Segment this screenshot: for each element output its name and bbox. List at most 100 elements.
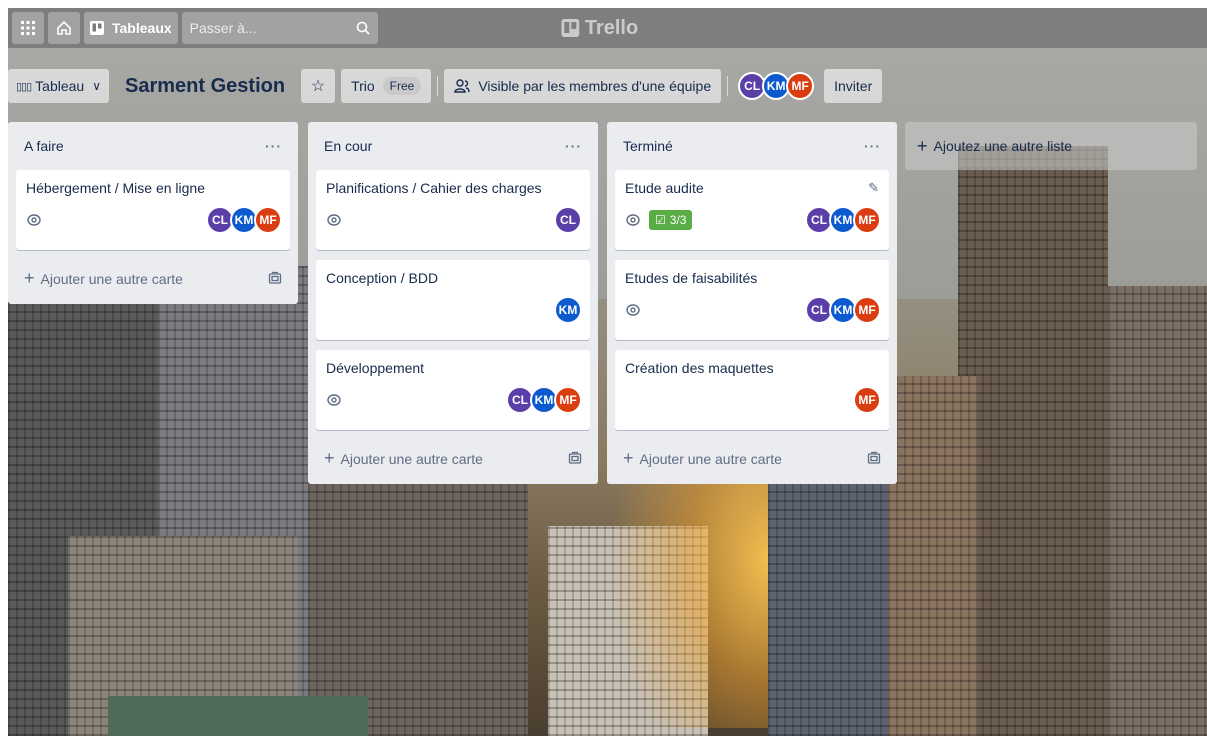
- list-title[interactable]: En cour: [324, 138, 372, 154]
- card-members: CL KM MF: [805, 206, 881, 234]
- eye-icon: [626, 214, 640, 226]
- card-badges: ☑ 3/3: [625, 210, 693, 230]
- plus-icon: +: [917, 135, 928, 156]
- background-building: [1108, 286, 1207, 736]
- invite-button[interactable]: Inviter: [824, 69, 883, 103]
- board-header: ▯▯▯ Tableau ∨ Sarment Gestion ☆ Trio Fre…: [8, 64, 1207, 108]
- card-template-icon[interactable]: [268, 271, 282, 285]
- team-button[interactable]: Trio Free: [341, 69, 432, 103]
- card-footer: KM: [326, 296, 582, 324]
- card-title: Développement: [326, 360, 425, 376]
- apps-button[interactable]: [12, 12, 44, 44]
- divider: [727, 76, 729, 96]
- add-list-label: Ajoutez une autre liste: [933, 138, 1073, 154]
- card-badges: [26, 212, 42, 228]
- board-title[interactable]: Sarment Gestion: [115, 69, 295, 103]
- card-members: MF: [853, 386, 881, 414]
- card-footer: MF: [625, 386, 881, 414]
- board-view-icon: ▯▯▯: [16, 80, 32, 93]
- avatar[interactable]: KM: [554, 296, 582, 324]
- card[interactable]: Développement CL KM MF: [316, 350, 590, 430]
- avatar[interactable]: CL: [554, 206, 582, 234]
- background-roof: [108, 696, 368, 736]
- card[interactable]: Création des maquettes MF: [615, 350, 889, 430]
- card[interactable]: Hébergement / Mise en ligne CL KM MF: [16, 170, 290, 250]
- list-header[interactable]: Terminé ···: [615, 122, 889, 170]
- card-members: CL KM MF: [206, 206, 282, 234]
- grid-icon: [21, 21, 35, 35]
- checklist-icon: ☑: [655, 213, 666, 227]
- trello-logo-icon: [560, 19, 579, 37]
- add-card-content: + Ajouter une autre carte: [324, 448, 483, 469]
- avatar[interactable]: MF: [853, 206, 881, 234]
- pencil-icon[interactable]: ✎: [868, 180, 879, 196]
- plus-icon: +: [324, 447, 335, 468]
- home-button[interactable]: [48, 12, 80, 44]
- team-visibility-icon: [454, 79, 471, 93]
- list-menu-icon[interactable]: ···: [565, 138, 582, 154]
- card-members: CL KM MF: [805, 296, 881, 324]
- logo-text: Trello: [584, 16, 639, 39]
- card[interactable]: Etudes de faisabilités CL KM MF: [615, 260, 889, 340]
- top-nav-bar: Tableaux Trello: [8, 8, 1207, 48]
- star-button[interactable]: ☆: [301, 69, 336, 103]
- trello-logo[interactable]: Trello: [560, 16, 639, 40]
- checklist-badge: ☑ 3/3: [649, 210, 693, 230]
- boards-label: Tableaux: [112, 20, 172, 36]
- card-title: Création des maquettes: [625, 360, 774, 376]
- board-view-switcher[interactable]: ▯▯▯ Tableau ∨: [8, 69, 110, 103]
- avatar[interactable]: MF: [254, 206, 282, 234]
- card[interactable]: Conception / BDD KM: [316, 260, 590, 340]
- list-menu-icon[interactable]: ···: [265, 138, 282, 154]
- add-card-content: + Ajouter une autre carte: [24, 268, 183, 289]
- card-footer: ☑ 3/3 CL KM MF: [625, 206, 881, 234]
- visibility-label: Visible par les membres d'une équipe: [478, 78, 712, 94]
- search-input[interactable]: [189, 20, 340, 36]
- plus-icon: +: [24, 267, 35, 288]
- eye-icon: [626, 304, 640, 316]
- list-en-cour: En cour ··· Planifications / Cahier des …: [308, 122, 598, 484]
- board-members: CL KM MF: [738, 72, 815, 100]
- eye-icon: [327, 214, 341, 226]
- card-footer: CL: [326, 206, 582, 234]
- list-menu-icon[interactable]: ···: [864, 138, 881, 154]
- add-card-button[interactable]: + Ajouter une autre carte: [316, 440, 590, 476]
- list-header[interactable]: En cour ···: [316, 122, 590, 170]
- add-card-label: Ajouter une autre carte: [40, 270, 183, 287]
- add-list-button[interactable]: + Ajoutez une autre liste: [905, 122, 1197, 170]
- avatar[interactable]: MF: [853, 386, 881, 414]
- card-badges: [326, 392, 342, 408]
- checklist-count: 3/3: [669, 213, 687, 227]
- home-icon: [57, 20, 71, 35]
- list-a-faire: A faire ··· Hébergement / Mise en ligne …: [8, 122, 298, 304]
- card-members: CL KM MF: [506, 386, 582, 414]
- card-title: Etude audite: [625, 180, 704, 196]
- divider: [437, 76, 439, 96]
- visibility-button[interactable]: Visible par les membres d'une équipe: [444, 69, 722, 103]
- card-badges: [625, 302, 641, 318]
- chevron-down-icon: ∨: [92, 79, 102, 93]
- card-title: Conception / BDD: [326, 270, 439, 286]
- list-title[interactable]: A faire: [24, 138, 64, 154]
- eye-icon: [327, 394, 341, 406]
- card-members: CL: [554, 206, 582, 234]
- add-card-button[interactable]: + Ajouter une autre carte: [16, 260, 290, 296]
- avatar[interactable]: MF: [853, 296, 881, 324]
- boards-button[interactable]: Tableaux: [84, 12, 178, 44]
- add-card-content: + Ajouter une autre carte: [623, 448, 782, 469]
- star-icon: ☆: [310, 78, 326, 95]
- list-title[interactable]: Terminé: [623, 138, 673, 154]
- background-building: [888, 376, 978, 736]
- card-template-icon[interactable]: [867, 451, 881, 465]
- add-card-button[interactable]: + Ajouter une autre carte: [615, 440, 889, 476]
- card-footer: CL KM MF: [26, 206, 282, 234]
- card[interactable]: Etude audite ✎ ☑ 3/3 CL KM MF: [615, 170, 889, 250]
- search-icon[interactable]: [356, 21, 370, 35]
- card-template-icon[interactable]: [568, 451, 582, 465]
- card-members: KM: [554, 296, 582, 324]
- avatar[interactable]: MF: [786, 72, 815, 100]
- list-header[interactable]: A faire ···: [16, 122, 290, 170]
- card[interactable]: Planifications / Cahier des charges CL: [316, 170, 590, 250]
- search-box[interactable]: [181, 12, 378, 44]
- avatar[interactable]: MF: [554, 386, 582, 414]
